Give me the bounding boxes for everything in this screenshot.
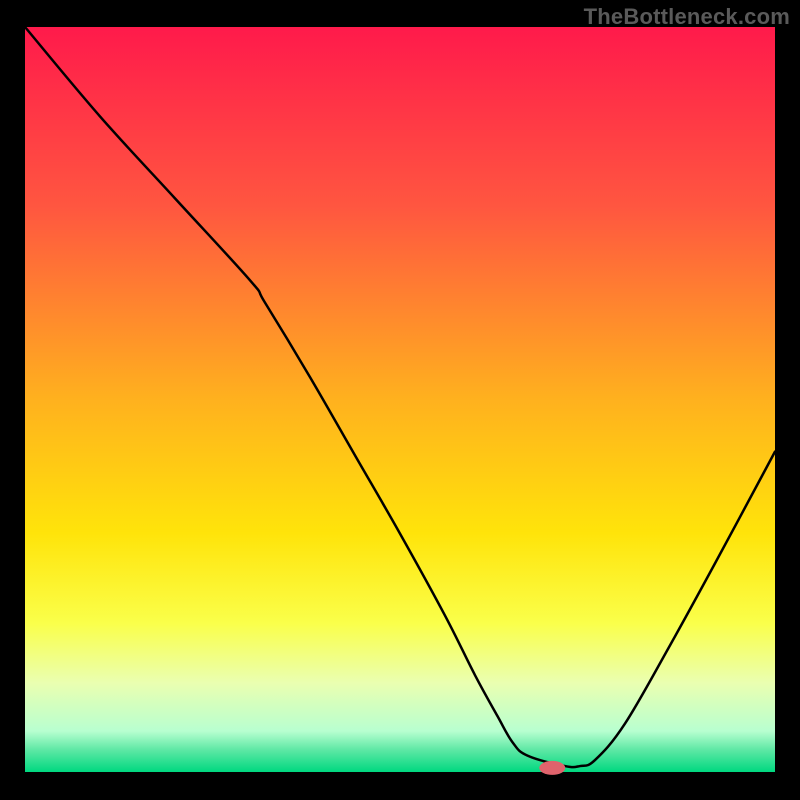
chart-container: TheBottleneck.com bbox=[0, 0, 800, 800]
optimal-marker bbox=[539, 761, 565, 775]
site-watermark: TheBottleneck.com bbox=[584, 4, 790, 30]
bottleneck-chart bbox=[0, 0, 800, 800]
